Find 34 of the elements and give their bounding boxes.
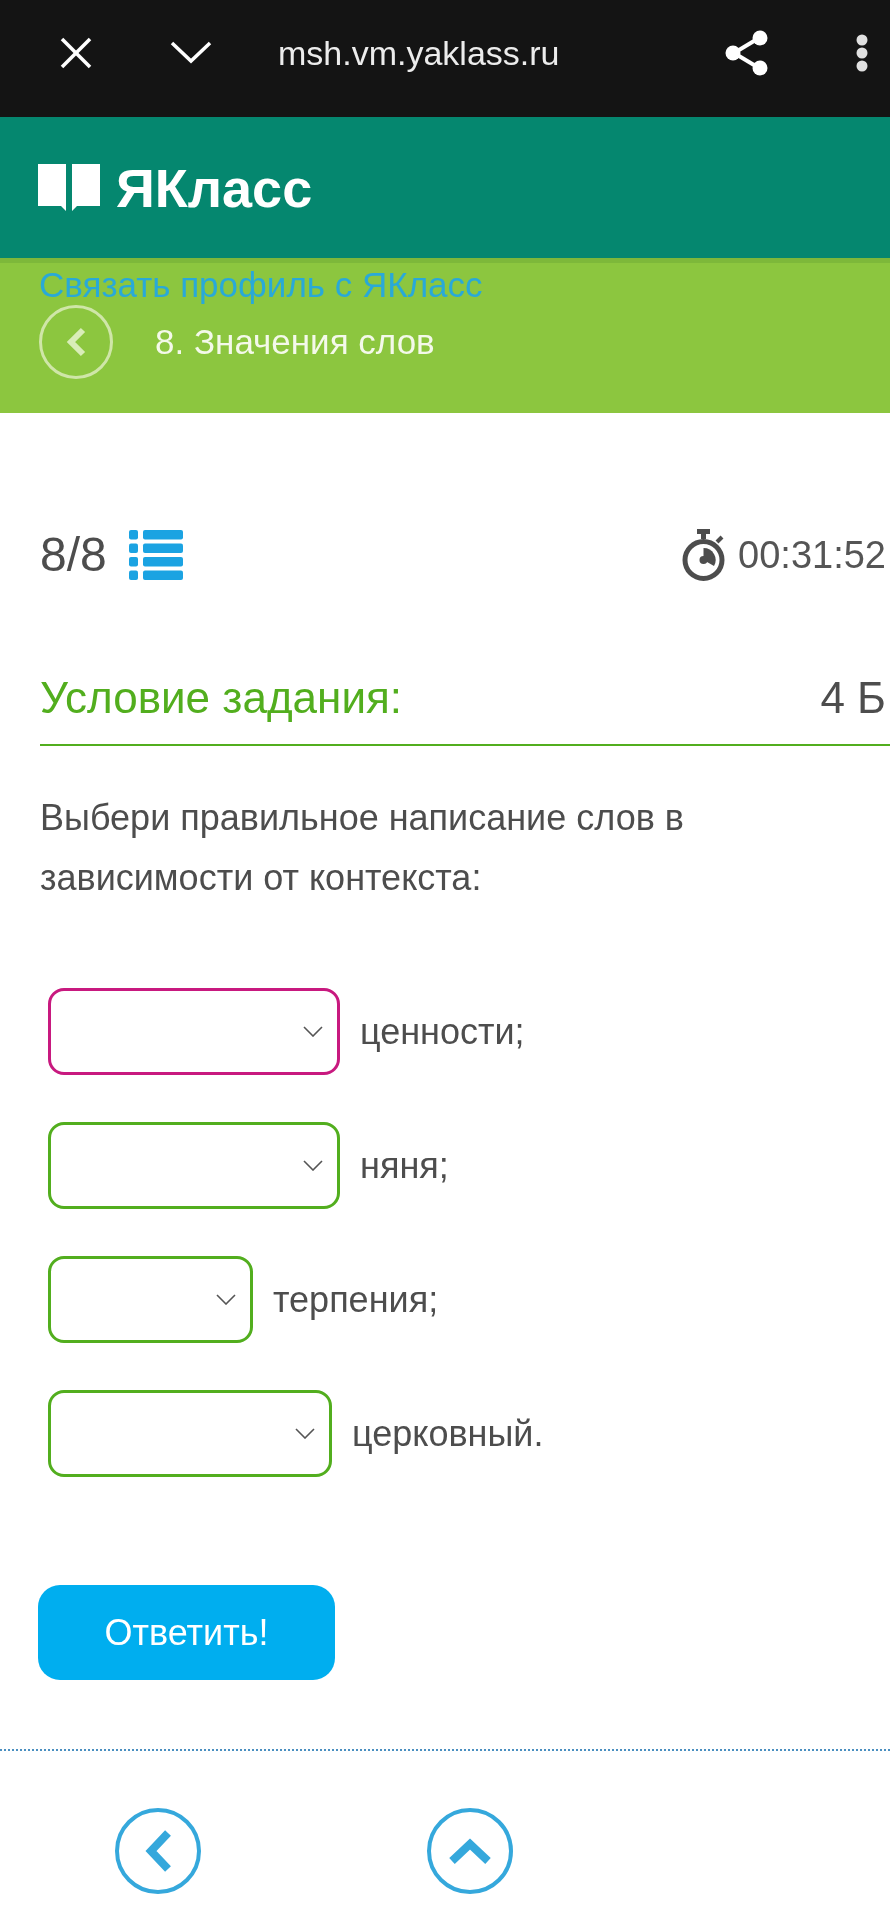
chevron-down-icon xyxy=(216,1294,236,1305)
task-heading: Условие задания: xyxy=(40,672,402,724)
word-label: няня; xyxy=(360,1143,449,1188)
dropdown-field[interactable] xyxy=(48,1390,332,1477)
list-icon[interactable] xyxy=(128,530,183,580)
topic-title: 8. Значения слов xyxy=(155,322,435,362)
chevron-up-icon xyxy=(448,1837,492,1865)
chevron-down-icon[interactable] xyxy=(170,41,212,64)
dropdown-field[interactable] xyxy=(48,1122,340,1209)
timer-text: 00:31:52 xyxy=(738,533,886,577)
word-label: церковный. xyxy=(352,1411,544,1456)
word-label: ценности; xyxy=(360,1009,525,1054)
dropdown-field[interactable] xyxy=(48,1256,253,1343)
open-book-icon xyxy=(38,164,100,211)
close-icon[interactable] xyxy=(60,36,92,69)
scroll-up-button[interactable] xyxy=(427,1808,513,1894)
chevron-left-icon xyxy=(66,327,86,357)
chevron-down-icon xyxy=(295,1428,315,1439)
word-label: терпения; xyxy=(273,1277,439,1322)
stopwatch-icon xyxy=(681,528,727,582)
dropdown-field[interactable] xyxy=(48,988,340,1075)
share-icon[interactable] xyxy=(725,29,768,76)
submit-button[interactable]: Ответить! xyxy=(38,1585,335,1680)
more-menu-icon[interactable] xyxy=(855,33,869,72)
question-counter: 8/8 xyxy=(40,527,107,583)
previous-button[interactable] xyxy=(115,1808,201,1894)
chevron-left-icon xyxy=(144,1829,172,1873)
chevron-down-icon xyxy=(303,1026,323,1037)
chevron-down-icon xyxy=(303,1160,323,1171)
task-points: 4 Б xyxy=(820,672,886,724)
task-instruction: Выбери правильное написание слов в зависимости от контекста: xyxy=(40,796,685,900)
url-text[interactable]: msh.vm.yaklass.ru xyxy=(278,32,560,73)
back-button[interactable] xyxy=(39,305,113,379)
site-logo[interactable]: ЯКласс xyxy=(116,157,313,218)
